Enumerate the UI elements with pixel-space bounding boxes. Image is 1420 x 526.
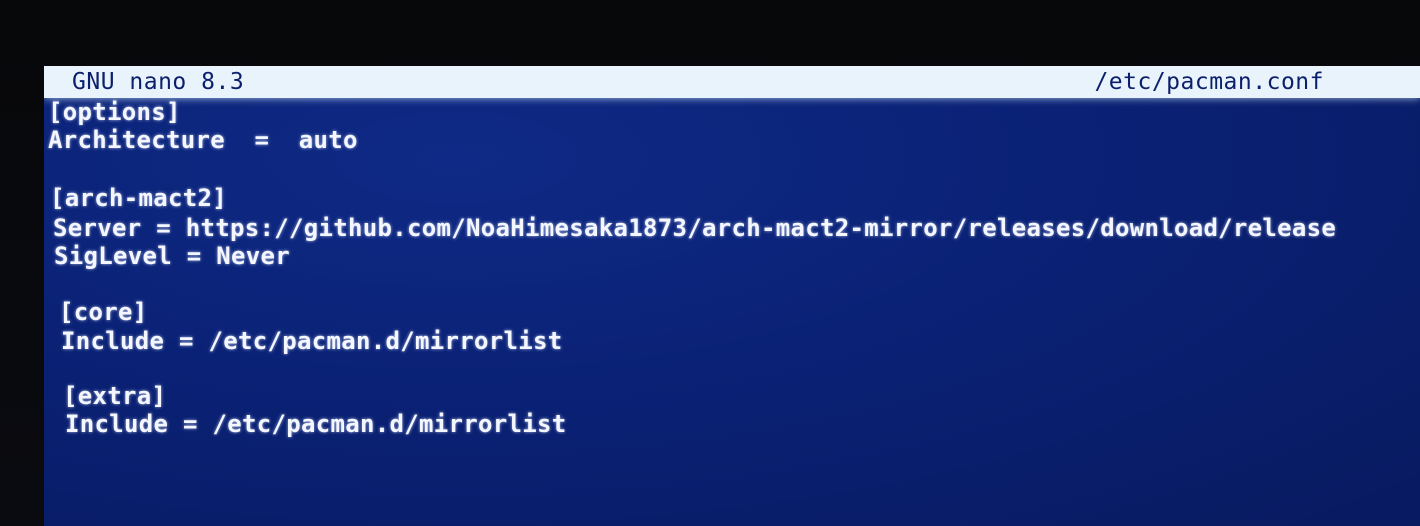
config-line-extra-header: [extra] — [63, 382, 167, 410]
config-line-siglevel: SigLevel = Never — [54, 242, 290, 270]
config-line-core-header: [core] — [59, 298, 148, 326]
terminal-screen: GNU nano 8.3 /etc/pacman.conf [options] … — [44, 66, 1420, 526]
text-editor-area[interactable]: [options] Architecture = auto [arch-mact… — [48, 98, 1408, 518]
config-line-options-header: [options] — [48, 98, 181, 126]
config-line-core-include: Include = /etc/pacman.d/mirrorlist — [61, 327, 563, 355]
config-line-architecture: Architecture = auto — [48, 126, 358, 154]
config-line-extra-include: Include = /etc/pacman.d/mirrorlist — [65, 410, 567, 438]
file-path-label: /etc/pacman.conf — [1094, 69, 1324, 95]
nano-title-bar: GNU nano 8.3 /etc/pacman.conf — [44, 66, 1420, 98]
app-version-label: GNU nano 8.3 — [72, 69, 245, 95]
config-line-server: Server = https://github.com/NoaHimesaka1… — [53, 214, 1337, 242]
config-line-arch-mact2-header: [arch-mact2] — [50, 184, 227, 212]
